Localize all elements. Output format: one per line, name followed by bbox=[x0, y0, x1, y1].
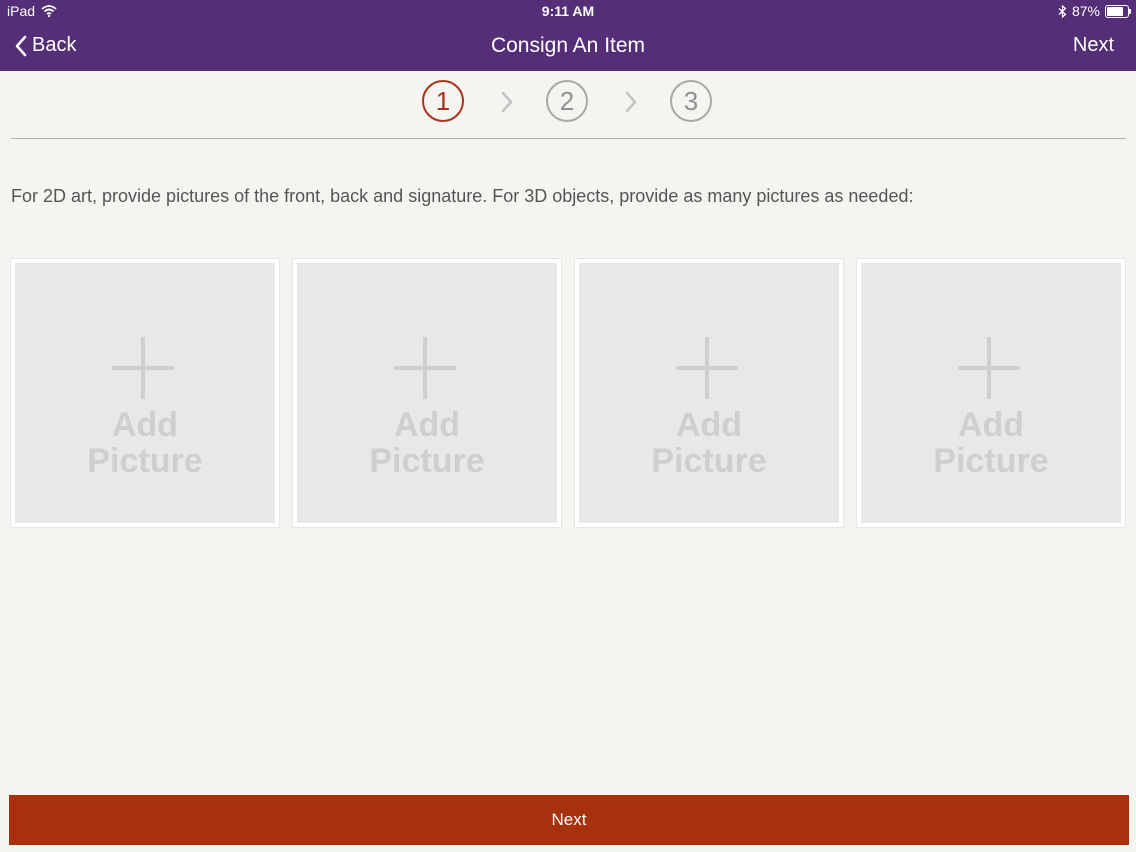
chevron-right-icon bbox=[501, 91, 513, 113]
step-3: 3 bbox=[670, 80, 712, 122]
picture-placeholder: Add Picture bbox=[15, 263, 275, 523]
picture-placeholder: Add Picture bbox=[861, 263, 1121, 523]
picture-placeholder: Add Picture bbox=[579, 263, 839, 523]
battery-level bbox=[1107, 6, 1123, 16]
add-label-line2: Picture bbox=[651, 442, 767, 480]
step-indicator: 1 2 3 bbox=[0, 80, 1136, 126]
back-button[interactable]: Back bbox=[14, 34, 76, 57]
nav-next-button[interactable]: Next bbox=[1073, 34, 1114, 57]
add-picture-button-2[interactable]: Add Picture bbox=[292, 258, 562, 528]
add-picture-button-1[interactable]: Add Picture bbox=[10, 258, 280, 528]
picture-placeholder: Add Picture bbox=[297, 263, 557, 523]
plus-icon bbox=[112, 337, 174, 399]
step-2: 2 bbox=[546, 80, 588, 122]
add-picture-label: Add Picture bbox=[579, 407, 839, 479]
add-label-line2: Picture bbox=[369, 442, 485, 480]
add-label-line1: Add bbox=[957, 406, 1025, 444]
step-1: 1 bbox=[422, 80, 464, 122]
navigation-bar: iPad 9:11 AM 87% Back Consign An Item Ne… bbox=[0, 0, 1136, 71]
plus-icon bbox=[958, 337, 1020, 399]
status-time: 9:11 AM bbox=[541, 3, 595, 19]
plus-icon bbox=[676, 337, 738, 399]
add-label-line2: Picture bbox=[933, 442, 1049, 480]
battery-icon bbox=[1105, 4, 1131, 18]
instructions-text: For 2D art, provide pictures of the fron… bbox=[11, 186, 914, 206]
add-label-line1: Add bbox=[393, 406, 461, 444]
add-label-line1: Add bbox=[111, 406, 179, 444]
add-label-line1: Add bbox=[675, 406, 743, 444]
battery-percent: 87% bbox=[1071, 3, 1100, 19]
page-title: Consign An Item bbox=[490, 34, 646, 57]
plus-icon bbox=[394, 337, 456, 399]
battery-tip bbox=[1129, 8, 1131, 14]
next-button[interactable]: Next bbox=[9, 795, 1129, 845]
add-picture-label: Add Picture bbox=[297, 407, 557, 479]
add-picture-label: Add Picture bbox=[861, 407, 1121, 479]
add-picture-button-3[interactable]: Add Picture bbox=[574, 258, 844, 528]
add-label-line2: Picture bbox=[87, 442, 203, 480]
add-picture-button-4[interactable]: Add Picture bbox=[856, 258, 1126, 528]
bluetooth-icon bbox=[1058, 4, 1067, 18]
chevron-right-icon bbox=[625, 91, 637, 113]
next-button-label: Next bbox=[551, 810, 587, 829]
chevron-left-icon bbox=[15, 35, 27, 56]
status-right: 87% bbox=[1058, 3, 1131, 19]
divider bbox=[11, 138, 1126, 139]
back-label: Back bbox=[32, 34, 77, 56]
add-picture-label: Add Picture bbox=[15, 407, 275, 479]
